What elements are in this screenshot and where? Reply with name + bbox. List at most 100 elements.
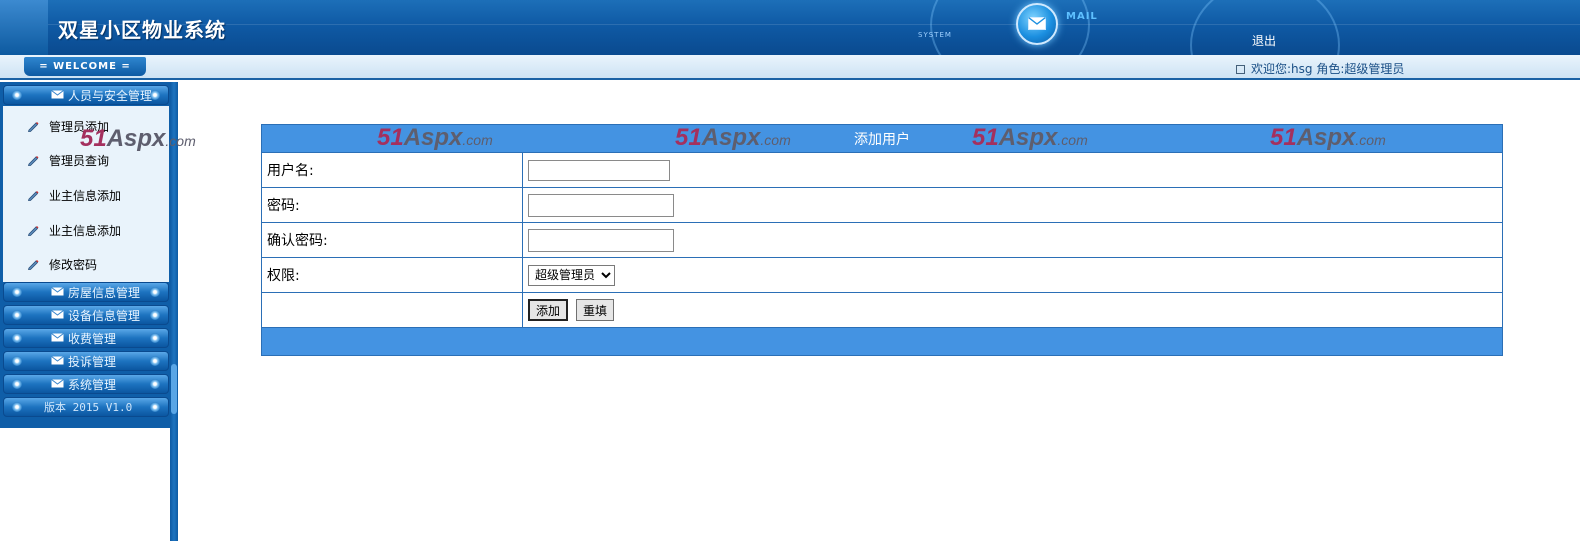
envelope-icon: [51, 310, 64, 319]
mail-label: MAIL: [1066, 11, 1098, 22]
envelope-icon: [51, 90, 64, 99]
welcome-bar: = WELCOME = 欢迎您:hsg 角色:超级管理员: [0, 55, 1580, 80]
splitter-handle[interactable]: [171, 364, 177, 414]
watermark-logo: 51Aspx.com: [80, 125, 196, 153]
system-label: SYSTEM: [918, 31, 952, 39]
menu-group-equipment[interactable]: 设备信息管理: [3, 305, 169, 325]
mail-button[interactable]: [1016, 3, 1058, 45]
version-bar: 版本 2015 V1.0: [3, 397, 169, 417]
watermark-num: 51: [675, 124, 702, 151]
menu-group-label: 投诉管理: [68, 355, 117, 369]
username-input[interactable]: [528, 159, 670, 181]
menu-group-complaints[interactable]: 投诉管理: [3, 351, 169, 371]
envelope-icon: [51, 379, 64, 388]
app-title: 双星小区物业系统: [58, 18, 226, 42]
watermark-num: 51: [1270, 124, 1297, 151]
role-cell: 超级管理员: [522, 257, 1503, 293]
sidebar-item-change-password[interactable]: 修改密码: [3, 252, 169, 276]
form-footer-row: [261, 327, 1503, 356]
username-label: 用户名:: [261, 152, 523, 188]
menu-dot-icon: [150, 333, 160, 343]
menu-dot-icon: [150, 90, 160, 100]
envelope-icon: [51, 356, 64, 365]
confirm-password-label: 确认密码:: [261, 222, 523, 258]
sidebar-item-label: 修改密码: [49, 258, 98, 272]
app-header: 双星小区物业系统 SYSTEM MAIL 退出: [0, 0, 1580, 55]
watermark-tld: .com: [1057, 132, 1088, 148]
watermark-tld: .com: [1355, 132, 1386, 148]
user-icon: [1236, 65, 1245, 74]
watermark-logo: 51Aspx.com: [377, 124, 493, 152]
watermark-brand: Aspx: [998, 124, 1058, 151]
watermark-tld: .com: [462, 132, 493, 148]
menu-dot-icon: [12, 402, 22, 412]
menu-dot-icon: [12, 90, 22, 100]
header-stripe: [48, 24, 1580, 25]
menu-dot-icon: [150, 310, 160, 320]
form-row-confirm: 确认密码:: [261, 222, 1503, 258]
menu-dot-icon: [150, 402, 160, 412]
reset-button[interactable]: 重填: [576, 299, 615, 321]
menu-group-system[interactable]: 系统管理: [3, 374, 169, 394]
envelope-icon: [51, 333, 64, 342]
menu-group-charges[interactable]: 收费管理: [3, 328, 169, 348]
menu-dot-icon: [12, 356, 22, 366]
version-label: 版本 2015 V1.0: [44, 401, 133, 414]
pencil-icon: [27, 191, 39, 201]
user-info-text: 欢迎您:hsg 角色:超级管理员: [1251, 62, 1405, 76]
menu-group-housing[interactable]: 房屋信息管理: [3, 282, 169, 302]
user-info: 欢迎您:hsg 角色:超级管理员: [1236, 60, 1404, 77]
role-label: 权限:: [261, 257, 523, 293]
menu-dot-icon: [150, 287, 160, 297]
watermark-num: 51: [377, 124, 404, 151]
role-select[interactable]: 超级管理员: [528, 264, 615, 286]
actions-empty-cell: [261, 292, 523, 328]
watermark-brand: Aspx: [1296, 124, 1356, 151]
welcome-tab: = WELCOME =: [24, 57, 146, 76]
envelope-icon: [1028, 17, 1046, 30]
add-button[interactable]: 添加: [528, 299, 569, 321]
form-footer: [261, 327, 1503, 356]
menu-group-label: 人员与安全管理: [68, 89, 153, 103]
sidebar-item-label: 管理员查询: [49, 154, 110, 168]
menu-dot-icon: [150, 379, 160, 389]
pencil-icon: [27, 156, 39, 166]
menu-group-label: 房屋信息管理: [68, 286, 141, 300]
watermark-tld: .com: [165, 133, 196, 149]
add-user-form: 添加用户 用户名: 密码: 确认密码: 权限: 超级管理员 添加 重填: [261, 124, 1503, 356]
form-row-role: 权限: 超级管理员: [261, 257, 1503, 293]
menu-dot-icon: [150, 356, 160, 366]
menu-group-label: 收费管理: [68, 332, 117, 346]
actions-cell: 添加 重填: [522, 292, 1503, 328]
menu-group-label: 系统管理: [68, 378, 117, 392]
password-input[interactable]: [528, 193, 674, 217]
confirm-password-cell: [522, 222, 1503, 258]
watermark-num: 51: [972, 124, 999, 151]
logout-link[interactable]: 退出: [1252, 32, 1276, 49]
watermark-brand: Aspx: [701, 124, 761, 151]
form-row-actions: 添加 重填: [261, 292, 1503, 328]
sidebar-item-label: 业主信息添加: [49, 224, 122, 238]
menu-group-personnel-security[interactable]: 人员与安全管理: [3, 85, 169, 105]
watermark-brand: Aspx: [403, 124, 463, 151]
menu-group-label: 设备信息管理: [68, 309, 141, 323]
header-decoration: [930, 0, 1090, 55]
menu-dot-icon: [12, 379, 22, 389]
watermark-logo: 51Aspx.com: [972, 124, 1088, 152]
watermark-logo: 51Aspx.com: [675, 124, 791, 152]
password-cell: [522, 187, 1503, 223]
pencil-icon: [27, 122, 39, 132]
watermark-num: 51: [80, 125, 107, 152]
watermark-logo: 51Aspx.com: [1270, 124, 1386, 152]
pencil-icon: [27, 226, 39, 236]
logo-block: [0, 0, 48, 55]
form-row-username: 用户名:: [261, 152, 1503, 188]
watermark-brand: Aspx: [106, 125, 166, 152]
sidebar-item-owner-add[interactable]: 业主信息添加: [3, 183, 169, 207]
sidebar-item-owner-add-2[interactable]: 业主信息添加: [3, 218, 169, 242]
confirm-password-input[interactable]: [528, 228, 674, 252]
sidebar-item-label: 业主信息添加: [49, 189, 122, 203]
menu-dot-icon: [12, 287, 22, 297]
watermark-tld: .com: [760, 132, 791, 148]
menu-dot-icon: [12, 333, 22, 343]
